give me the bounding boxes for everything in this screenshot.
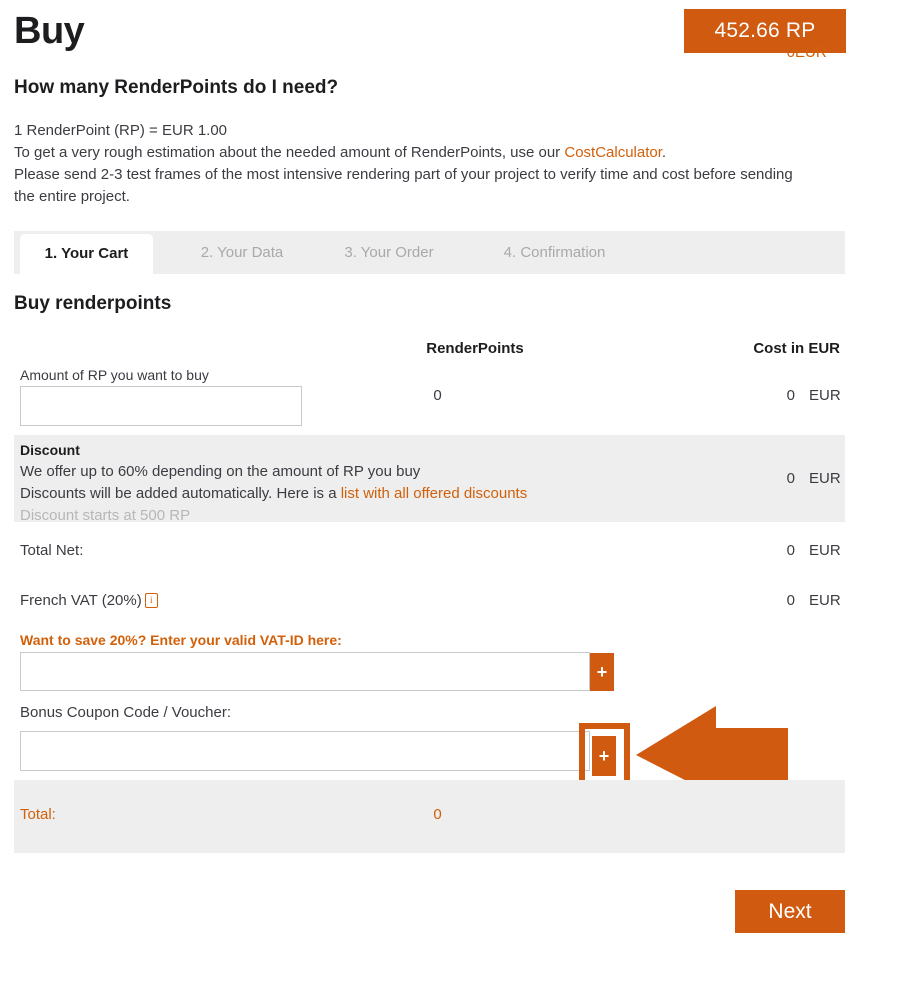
total-cost-value: 0: [786, 44, 795, 61]
tab-confirmation[interactable]: 4. Confirmation: [472, 231, 637, 274]
coupon-label: Bonus Coupon Code / Voucher:: [20, 704, 231, 721]
column-header-renderpoints: RenderPoints: [426, 340, 524, 357]
checkout-steps-tabs: 1. Your Cart 2. Your Data 3. Your Order …: [14, 231, 845, 274]
discount-line-1: We offer up to 60% depending on the amou…: [20, 463, 421, 480]
column-header-cost: Cost in EUR: [753, 340, 840, 357]
total-net-value: 0: [786, 542, 795, 559]
discount-line-2-text: Discounts will be added automatically. H…: [20, 485, 341, 502]
amount-input[interactable]: [20, 386, 302, 426]
info-line-1: 1 RenderPoint (RP) = EUR 1.00: [14, 122, 228, 139]
discount-cost-currency: EUR: [809, 470, 841, 487]
info-line-2-period: .: [661, 144, 667, 161]
tab-your-cart[interactable]: 1. Your Cart: [20, 234, 153, 274]
discount-line-2: Discounts will be added automatically. H…: [20, 485, 527, 502]
total-panel: Total: 0: [14, 780, 845, 853]
total-net-label: Total Net:: [20, 542, 84, 559]
tab-your-data[interactable]: 2. Your Data: [172, 231, 312, 274]
discount-line-3: Discount starts at 500 RP: [20, 507, 191, 524]
vat-id-prompt: Want to save 20%? Enter your valid VAT-I…: [20, 632, 342, 648]
vat-currency: EUR: [809, 592, 841, 609]
vat-label-text: French VAT (20%): [20, 592, 142, 609]
info-line-2: To get a very rough estimation about the…: [14, 142, 814, 164]
info-icon[interactable]: i: [144, 593, 158, 608]
discount-title: Discount: [20, 442, 80, 458]
discount-list-link[interactable]: list with all offered discounts: [341, 485, 527, 502]
total-label: Total:: [20, 806, 56, 823]
amount-label: Amount of RP you want to buy: [20, 367, 209, 383]
cart-heading: Buy renderpoints: [14, 293, 172, 314]
add-vat-id-button[interactable]: +: [590, 653, 614, 691]
info-line-2-text: To get a very rough estimation about the…: [14, 144, 565, 161]
page-title: Buy: [14, 10, 85, 52]
vat-id-input[interactable]: [20, 652, 590, 691]
info-line-3: Please send 2-3 test frames of the most …: [14, 166, 793, 205]
info-paragraph: 1 RenderPoint (RP) = EUR 1.00 To get a v…: [14, 120, 814, 208]
total-cost-currency: EUR: [795, 44, 827, 61]
vat-label: French VAT (20%) i: [20, 592, 158, 609]
coupon-input[interactable]: [20, 731, 590, 771]
total-renderpoints-value: 0: [433, 806, 442, 823]
amount-cost-value: 0: [786, 387, 795, 404]
amount-renderpoints-value: 0: [433, 387, 442, 404]
total-net-currency: EUR: [809, 542, 841, 559]
tab-your-order[interactable]: 3. Your Order: [319, 231, 459, 274]
cost-calculator-link[interactable]: CostCalculator: [564, 144, 662, 161]
discount-cost-value: 0: [786, 470, 795, 487]
amount-cost-currency: EUR: [809, 387, 841, 404]
info-heading: How many RenderPoints do I need?: [14, 77, 339, 98]
buy-page: Buy 452.66 RP How many RenderPoints do I…: [0, 0, 899, 1001]
vat-value: 0: [786, 592, 795, 609]
discount-panel: Discount We offer up to 60% depending on…: [14, 435, 845, 524]
next-button[interactable]: Next: [735, 890, 845, 933]
